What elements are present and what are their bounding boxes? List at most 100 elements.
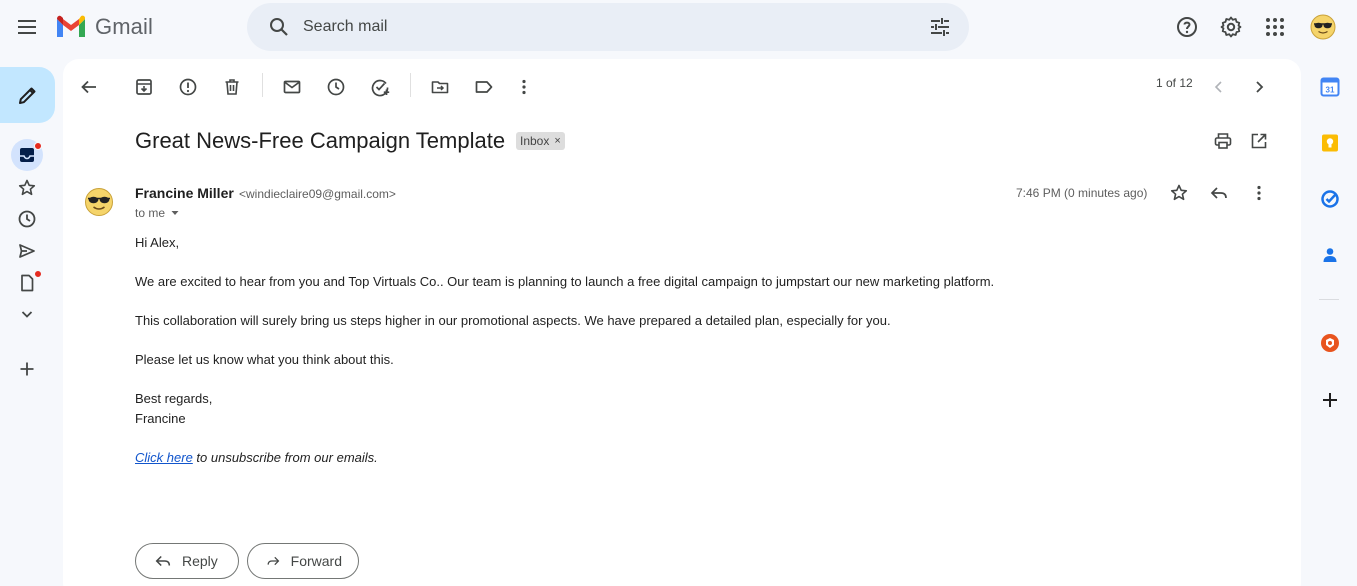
rail-add-label[interactable] (11, 353, 43, 385)
chevron-left-icon (1214, 81, 1222, 93)
rail-sent[interactable] (11, 235, 43, 267)
newer-button[interactable] (1199, 67, 1239, 107)
inbox-unread-dot (34, 142, 42, 150)
body-signoff: Best regards, (135, 391, 213, 406)
chevron-down-icon (21, 311, 33, 318)
recipients-text: to me (135, 206, 166, 220)
compose-button[interactable] (0, 67, 55, 123)
reply-label: Reply (182, 553, 218, 569)
keep-icon (1322, 134, 1338, 152)
side-get-addons[interactable] (1314, 384, 1346, 416)
pagination-count: 1 of 12 (1156, 76, 1193, 90)
search-icon (270, 18, 288, 36)
rail-snoozed[interactable] (11, 203, 43, 235)
star-message-button[interactable] (1159, 173, 1199, 213)
show-details-button[interactable] (170, 208, 180, 218)
older-button[interactable] (1239, 67, 1279, 107)
back-button[interactable] (69, 67, 109, 107)
more-vert-icon (1257, 185, 1261, 201)
contacts-icon (1323, 248, 1337, 262)
report-icon (179, 78, 197, 96)
rail-starred[interactable] (11, 172, 43, 204)
move-to-button[interactable] (420, 67, 460, 107)
more-options-button[interactable] (504, 67, 544, 107)
app-name: Gmail (95, 14, 153, 39)
sender-name[interactable]: Francine Miller (135, 185, 234, 201)
rail-drafts[interactable] (11, 267, 43, 299)
support-button[interactable] (1167, 7, 1207, 47)
gmail-logo[interactable]: Gmail (55, 14, 153, 40)
trash-icon (225, 79, 239, 95)
rail-more[interactable] (11, 298, 43, 330)
reply-icon (1210, 187, 1227, 199)
recipients-line[interactable]: to me (135, 206, 180, 220)
open-new-window-icon (1251, 133, 1267, 149)
sunglasses-face-icon (1310, 14, 1336, 40)
remove-label-button[interactable]: × (554, 135, 560, 147)
toolbar-divider (410, 73, 411, 97)
reply-button[interactable]: Reply (135, 543, 239, 579)
rail-inbox[interactable] (11, 139, 43, 171)
drafts-badge-dot (34, 270, 42, 278)
gmail-logo-icon (57, 15, 85, 37)
forward-icon (267, 556, 280, 566)
side-keep[interactable] (1314, 127, 1346, 159)
calendar-day-number: 31 (1326, 86, 1335, 95)
labels-button[interactable] (464, 67, 504, 107)
move-folder-icon (431, 81, 449, 94)
arrow-back-icon (81, 80, 96, 94)
star-icon (18, 179, 36, 196)
google-apps-button[interactable] (1255, 7, 1295, 47)
more-vert-icon (522, 79, 526, 95)
plus-icon (1323, 393, 1337, 407)
delete-button[interactable] (212, 67, 252, 107)
message-timestamp: 7:46 PM (0 minutes ago) (1016, 186, 1148, 200)
apps-icon (1266, 18, 1284, 36)
search-bar[interactable] (247, 3, 969, 51)
search-button[interactable] (259, 7, 299, 47)
mail-icon (283, 80, 301, 94)
side-tasks[interactable] (1314, 183, 1346, 215)
plus-icon (20, 362, 34, 376)
forward-button[interactable]: Forward (247, 543, 359, 579)
message-more-button[interactable] (1239, 173, 1279, 213)
sender-email: <windieclaire09@gmail.com> (239, 187, 396, 201)
caret-down-icon (171, 211, 179, 215)
mark-unread-button[interactable] (272, 67, 312, 107)
side-addon[interactable] (1314, 327, 1346, 359)
side-contacts[interactable] (1314, 239, 1346, 271)
print-all-button[interactable] (1203, 121, 1243, 161)
clock-icon (327, 78, 345, 96)
inbox-label-chip[interactable]: Inbox × (516, 132, 565, 150)
send-icon (19, 244, 35, 258)
help-icon (1177, 17, 1197, 37)
report-spam-button[interactable] (168, 67, 208, 107)
search-input[interactable] (303, 3, 863, 51)
reply-icon-button[interactable] (1199, 173, 1239, 213)
gear-icon (1220, 16, 1242, 38)
main-menu-button[interactable] (7, 7, 47, 47)
open-in-new-window-button[interactable] (1239, 121, 1279, 161)
unsubscribe-link[interactable]: Click here (135, 450, 193, 465)
side-calendar[interactable]: 31 (1314, 71, 1346, 103)
print-icon (1214, 133, 1232, 149)
calendar-icon: 31 (1320, 77, 1340, 97)
clock-icon (18, 210, 36, 228)
addon-icon (1321, 334, 1339, 352)
sunglasses-face-icon (85, 188, 113, 216)
unsubscribe-line: Click here to unsubscribe from our email… (135, 448, 1235, 468)
body-paragraph: Please let us know what you think about … (135, 352, 394, 367)
star-icon (1170, 184, 1188, 201)
chevron-right-icon (1256, 81, 1264, 93)
archive-button[interactable] (124, 67, 164, 107)
snooze-button[interactable] (316, 67, 356, 107)
body-paragraph: This collaboration will surely bring us … (135, 313, 891, 328)
menu-icon (18, 20, 36, 34)
add-task-icon (371, 79, 390, 97)
pencil-icon (18, 87, 35, 104)
account-avatar[interactable] (1310, 14, 1336, 40)
tasks-icon (1321, 190, 1339, 208)
settings-button[interactable] (1211, 7, 1251, 47)
add-to-tasks-button[interactable] (360, 67, 400, 107)
search-options-button[interactable] (920, 7, 960, 47)
